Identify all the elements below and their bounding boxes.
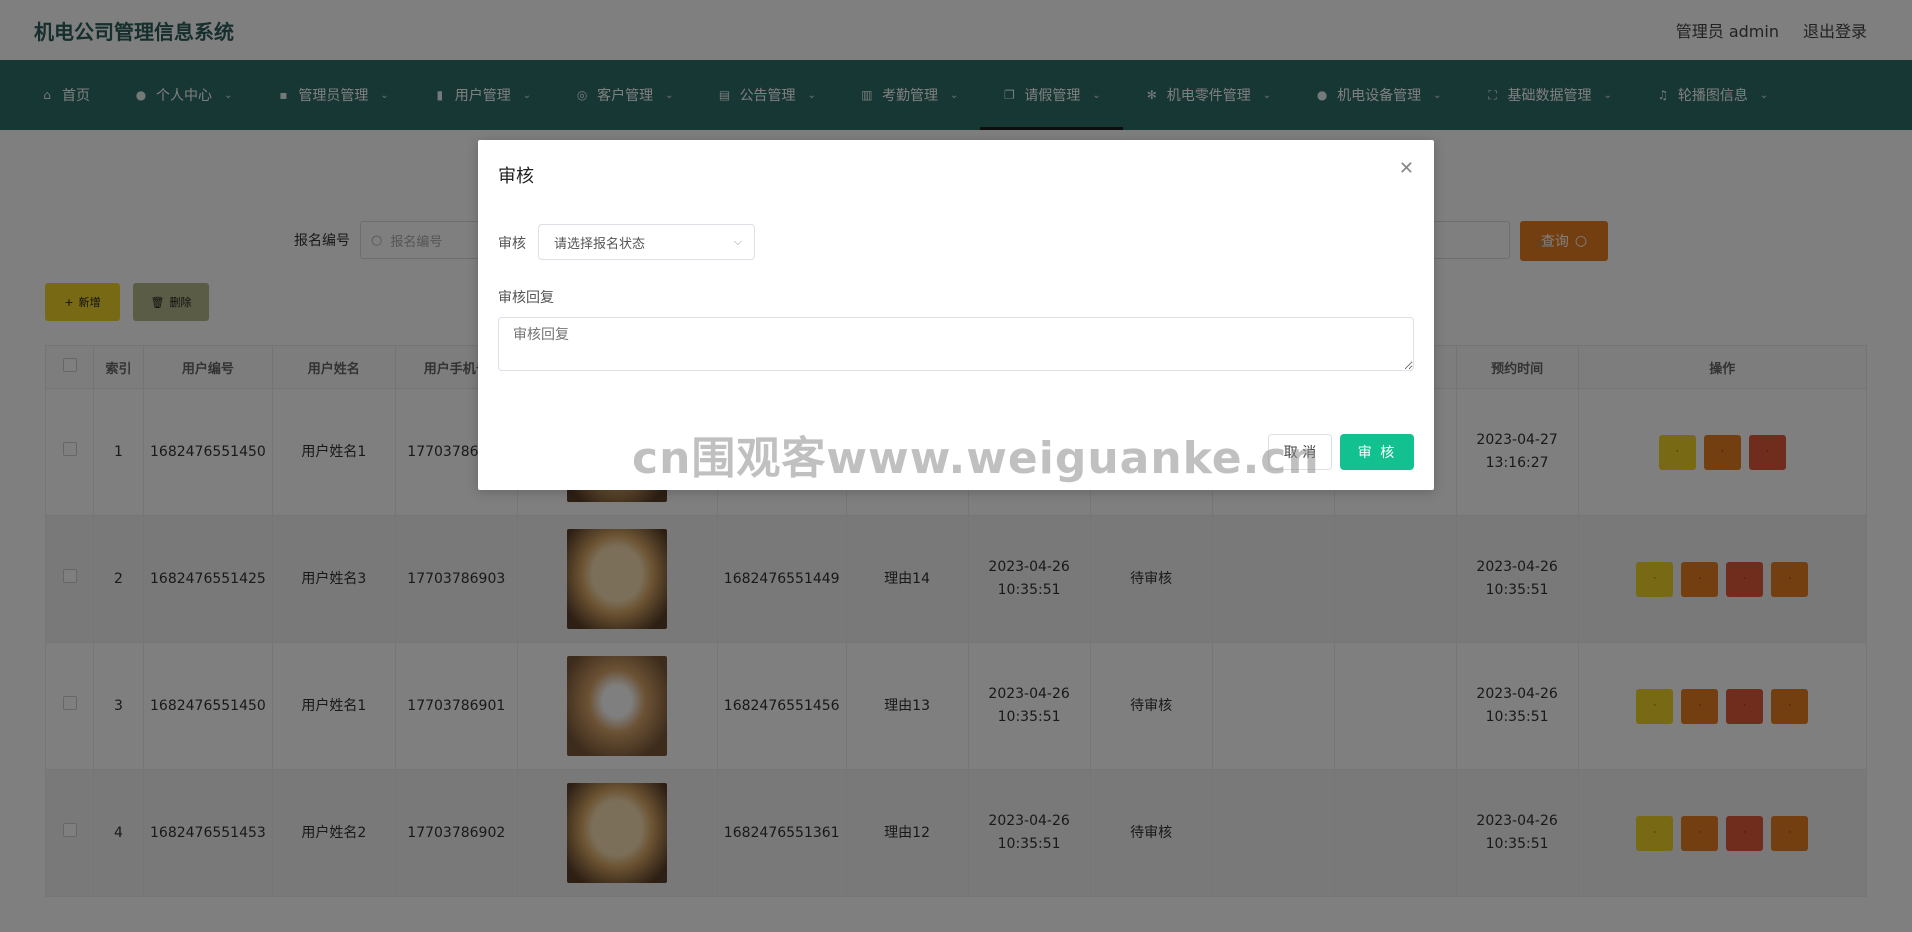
chevron-down-icon: ⌵ [733, 235, 742, 248]
status-select[interactable]: 请选择报名状态 ⌵ [538, 224, 755, 260]
status-select-placeholder: 请选择报名状态 [554, 236, 646, 252]
reply-label: 审核回复 [498, 290, 554, 306]
submit-audit-button[interactable]: 审 核 [1340, 434, 1414, 470]
dialog-title: 审核 [498, 166, 534, 187]
reply-textarea[interactable] [498, 317, 1414, 371]
status-label: 审核 [498, 236, 526, 252]
close-icon[interactable]: ✕ [1399, 158, 1414, 179]
watermark: cn围观客www.weiguanke.cn [632, 433, 1320, 484]
